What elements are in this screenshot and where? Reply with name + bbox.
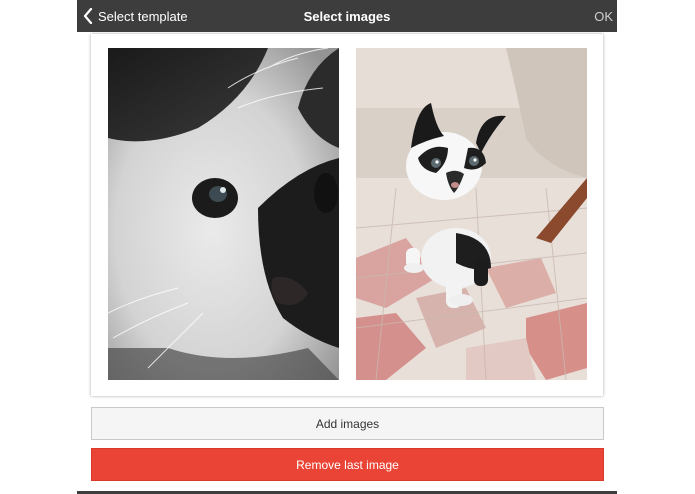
- app-screen: Select template Select images OK Add ima…: [77, 0, 617, 494]
- navigation-bar: Select template Select images OK: [77, 0, 617, 32]
- image-preview-card: [91, 34, 603, 396]
- add-images-button[interactable]: Add images: [91, 407, 604, 440]
- remove-last-image-button[interactable]: Remove last image: [91, 448, 604, 481]
- selected-image-1[interactable]: [108, 48, 339, 380]
- selected-image-2[interactable]: [356, 48, 587, 380]
- back-button[interactable]: Select template: [83, 0, 188, 32]
- back-button-label: Select template: [98, 8, 188, 24]
- ok-button[interactable]: OK: [594, 0, 613, 32]
- chevron-left-icon: [83, 8, 93, 24]
